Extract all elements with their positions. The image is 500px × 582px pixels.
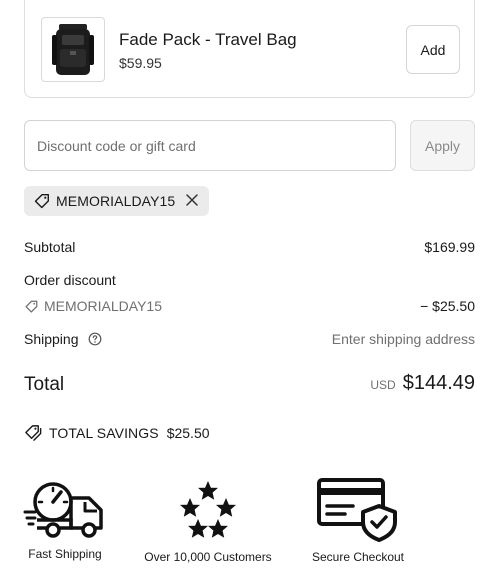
five-stars-icon	[180, 481, 236, 538]
delivery-truck-icon	[23, 482, 103, 538]
tag-icon	[24, 299, 39, 314]
backpack-image-icon	[52, 23, 94, 75]
apply-button[interactable]: Apply	[410, 120, 475, 171]
total-value: $144.49	[402, 372, 475, 394]
subtotal-value: $169.99	[424, 239, 475, 255]
badge-secure-checkout: Secure Checkout	[306, 476, 410, 564]
applied-discount-chip: MEMORIALDAY15	[24, 186, 209, 216]
add-button[interactable]: Add	[406, 25, 460, 74]
shipping-row-label: Shipping	[24, 331, 102, 347]
discount-code-input[interactable]	[24, 120, 396, 171]
subtotal-label: Subtotal	[24, 239, 76, 255]
tag-icon	[33, 192, 51, 210]
product-thumbnail	[41, 17, 105, 82]
total-amount-group: USD $144.49	[370, 372, 475, 395]
badge-caption: Fast Shipping	[28, 547, 102, 561]
badge-fast-shipping: Fast Shipping	[22, 478, 108, 561]
order-discount-label: Order discount	[24, 272, 116, 288]
savings-amount: $25.50	[166, 424, 210, 441]
help-icon[interactable]	[88, 332, 102, 346]
secure-card-shield-icon	[317, 478, 397, 542]
shipping-value: Enter shipping address	[331, 331, 475, 347]
remove-discount-icon[interactable]	[185, 193, 199, 207]
discount-amount: − $25.50	[420, 298, 475, 314]
total-savings: TOTAL SAVINGS $25.50	[24, 423, 210, 442]
applied-code-text: MEMORIALDAY15	[56, 193, 176, 209]
upsell-card: Fade Pack - Travel Bag $59.95 Add	[24, 0, 475, 98]
badge-customers: Over 10,000 Customers	[142, 480, 274, 564]
total-currency: USD	[370, 378, 396, 392]
total-label: Total	[24, 374, 65, 395]
discount-code-text: MEMORIALDAY15	[44, 298, 162, 314]
product-name: Fade Pack - Travel Bag	[119, 30, 297, 49]
savings-label: TOTAL SAVINGS	[49, 424, 159, 441]
order-discount-code: MEMORIALDAY15	[24, 298, 162, 314]
product-price: $59.95	[119, 55, 162, 71]
badge-caption: Secure Checkout	[311, 550, 405, 564]
shipping-label: Shipping	[24, 331, 79, 347]
tags-icon	[24, 423, 43, 442]
badge-caption: Over 10,000 Customers	[144, 550, 272, 564]
